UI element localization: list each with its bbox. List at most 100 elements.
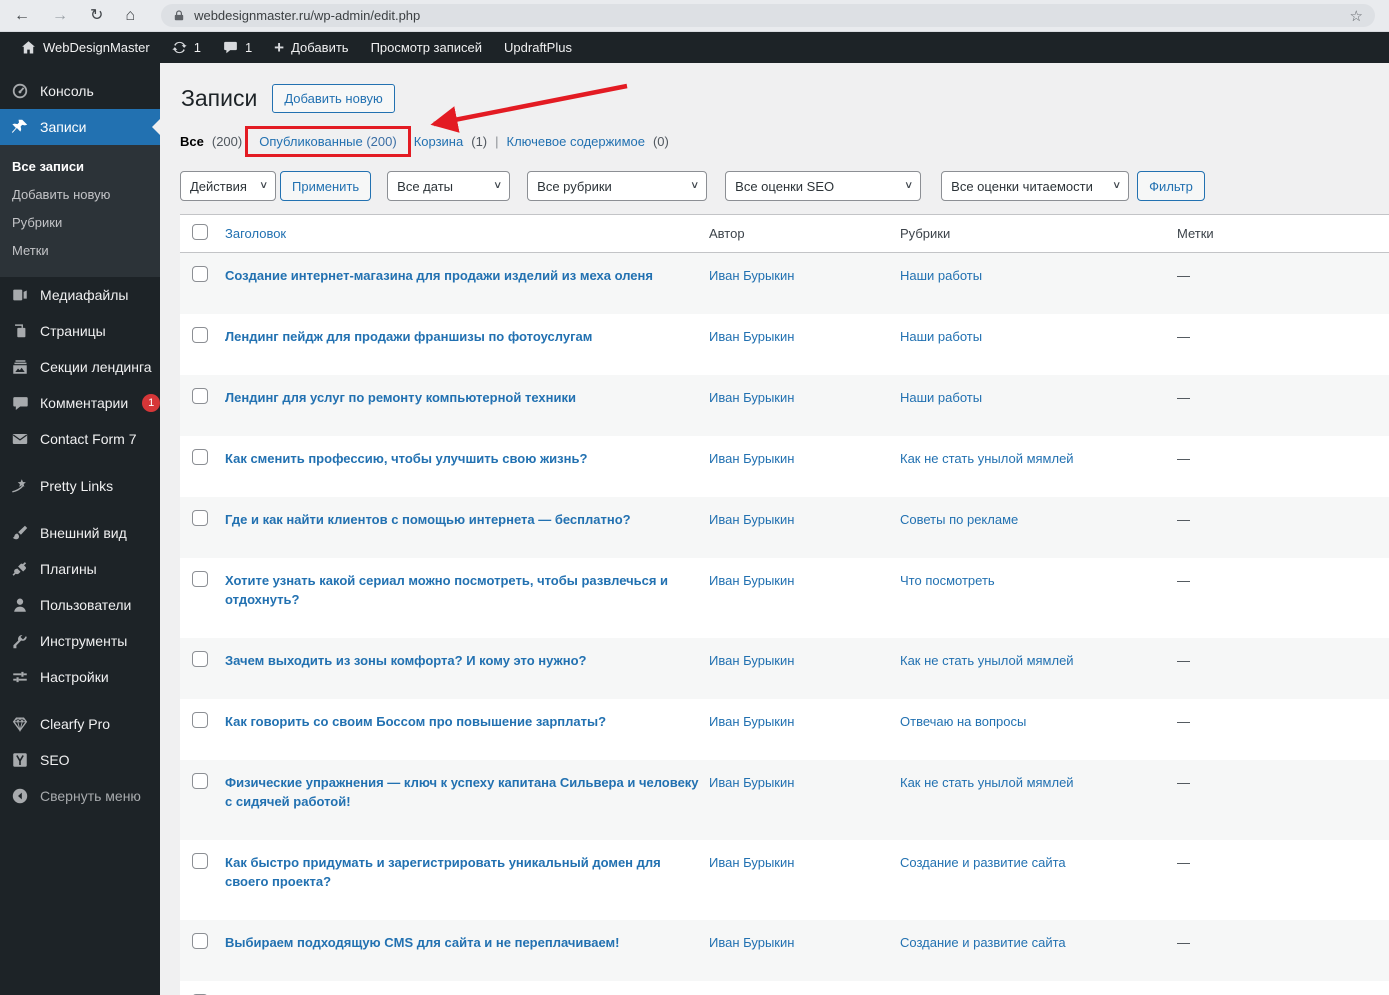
row-checkbox[interactable] (192, 510, 208, 526)
add-new-post-button[interactable]: Добавить новую (272, 84, 395, 113)
post-author-link[interactable]: Иван Бурыкин (709, 390, 794, 405)
post-title-link[interactable]: Как говорить со своим Боссом про повышен… (225, 714, 606, 729)
sidebar-item-appearance[interactable]: Внешний вид (0, 515, 160, 551)
view-trash-link[interactable]: Корзина (414, 134, 464, 149)
post-category-link[interactable]: Наши работы (900, 329, 982, 344)
sidebar-item-contact-form-7[interactable]: Contact Form 7 (0, 421, 160, 457)
readability-filter-select[interactable]: Все оценки читаемости (941, 171, 1130, 201)
post-category-link[interactable]: Как не стать унылой мямлей (900, 451, 1074, 466)
sidebar-collapse-menu[interactable]: Свернуть меню (0, 778, 160, 814)
row-checkbox[interactable] (192, 571, 208, 587)
filter-button[interactable]: Фильтр (1137, 171, 1205, 201)
admin-bar-site-menu[interactable]: WebDesignMaster (10, 32, 161, 63)
gallery-icon (10, 357, 30, 377)
sidebar-item-seo[interactable]: SEO (0, 742, 160, 778)
post-category-link[interactable]: Создание и развитие сайта (900, 855, 1066, 870)
post-title-link[interactable]: Физические упражнения — ключ к успеху ка… (225, 775, 699, 809)
browser-home-button[interactable]: ⌂ (125, 7, 135, 24)
sidebar-item-comments[interactable]: Комментарии 1 (0, 385, 161, 421)
view-all-link[interactable]: Все (180, 134, 204, 149)
sidebar-item-posts[interactable]: Записи (0, 109, 160, 145)
comments-badge: 1 (142, 394, 161, 412)
sidebar-item-pages[interactable]: Страницы (0, 313, 160, 349)
post-author-link[interactable]: Иван Бурыкин (709, 329, 794, 344)
admin-bar-updates[interactable]: 1 (161, 32, 212, 63)
sidebar-item-dashboard[interactable]: Консоль (0, 73, 160, 109)
row-checkbox[interactable] (192, 266, 208, 282)
update-count: 1 (193, 40, 201, 55)
user-icon (10, 595, 30, 615)
post-author-link[interactable]: Иван Бурыкин (709, 714, 794, 729)
post-title-link[interactable]: Лендинг пейдж для продажи франшизы по фо… (225, 329, 592, 344)
post-row: Зачем выходить из зоны комфорта? И кому … (180, 638, 1389, 699)
post-author-link[interactable]: Иван Бурыкин (709, 935, 794, 950)
select-all-checkbox[interactable] (192, 224, 208, 240)
view-published-link[interactable]: Опубликованные (259, 134, 363, 149)
post-category-link[interactable]: Наши работы (900, 390, 982, 405)
row-checkbox[interactable] (192, 712, 208, 728)
row-checkbox[interactable] (192, 449, 208, 465)
post-author-link[interactable]: Иван Бурыкин (709, 855, 794, 870)
browser-forward-button[interactable]: → (52, 7, 68, 24)
post-title-link[interactable]: Как сменить профессию, чтобы улучшить св… (225, 451, 587, 466)
sort-by-title-header[interactable]: Заголовок (225, 226, 286, 241)
post-title-link[interactable]: Где и как найти клиентов с помощью интер… (225, 512, 631, 527)
post-title-link[interactable]: Хотите узнать какой сериал можно посмотр… (225, 573, 668, 607)
post-category-link[interactable]: Наши работы (900, 268, 982, 283)
row-checkbox[interactable] (192, 388, 208, 404)
view-cornerstone-link[interactable]: Ключевое содержимое (507, 134, 645, 149)
row-checkbox[interactable] (192, 327, 208, 343)
post-category-link[interactable]: Создание и развитие сайта (900, 935, 1066, 950)
browser-back-button[interactable]: ← (14, 7, 30, 24)
sidebar-item-media[interactable]: Медиафайлы (0, 277, 160, 313)
post-title-link[interactable]: Как быстро придумать и зарегистрировать … (225, 855, 661, 889)
bulk-actions-select[interactable]: Действия (180, 171, 276, 201)
sidebar-item-clearfy-pro[interactable]: Clearfy Pro (0, 706, 160, 742)
dates-filter-select[interactable]: Все даты (387, 171, 511, 201)
post-author-link[interactable]: Иван Бурыкин (709, 268, 794, 283)
view-published-count: (200) (366, 134, 397, 149)
post-tags-cell: — (1177, 268, 1190, 283)
submenu-add-new[interactable]: Добавить новую (0, 181, 160, 209)
sidebar-item-pretty-links[interactable]: Pretty Links (0, 468, 160, 504)
submenu-tags[interactable]: Метки (0, 237, 160, 265)
bookmark-star-icon[interactable]: ☆ (1350, 7, 1363, 25)
post-author-link[interactable]: Иван Бурыкин (709, 512, 794, 527)
admin-bar-view-posts[interactable]: Просмотр записей (360, 32, 493, 63)
post-category-link[interactable]: Советы по рекламе (900, 512, 1018, 527)
submenu-categories[interactable]: Рубрики (0, 209, 160, 237)
submenu-all-posts[interactable]: Все записи (0, 153, 160, 181)
row-checkbox[interactable] (192, 933, 208, 949)
post-category-link[interactable]: Как не стать унылой мямлей (900, 653, 1074, 668)
row-checkbox[interactable] (192, 853, 208, 869)
post-author-link[interactable]: Иван Бурыкин (709, 775, 794, 790)
sidebar-item-tools[interactable]: Инструменты (0, 623, 160, 659)
categories-filter-select[interactable]: Все рубрики (527, 171, 708, 201)
post-category-link[interactable]: Что посмотреть (900, 573, 995, 588)
seo-score-filter-select[interactable]: Все оценки SEO (725, 171, 922, 201)
sidebar-item-landing-sections[interactable]: Секции лендинга (0, 349, 160, 385)
post-category-link[interactable]: Как не стать унылой мямлей (900, 775, 1074, 790)
sidebar-item-plugins[interactable]: Плагины (0, 551, 160, 587)
address-bar[interactable]: webdesignmaster.ru/wp-admin/edit.php ☆ (161, 4, 1375, 27)
post-title-link[interactable]: Лендинг для услуг по ремонту компьютерно… (225, 390, 576, 405)
sidebar-item-settings[interactable]: Настройки (0, 659, 160, 695)
post-category-link[interactable]: Отвечаю на вопросы (900, 714, 1026, 729)
post-title-link[interactable]: Выбираем подходящую CMS для сайта и не п… (225, 935, 619, 950)
post-row: Как быстро придумать и зарегистрировать … (180, 840, 1389, 920)
post-author-link[interactable]: Иван Бурыкин (709, 653, 794, 668)
post-title-link[interactable]: Создание интернет-магазина для продажи и… (225, 268, 653, 283)
row-checkbox[interactable] (192, 773, 208, 789)
apply-button[interactable]: Применить (280, 171, 372, 201)
row-checkbox[interactable] (192, 651, 208, 667)
posts-table-body: Создание интернет-магазина для продажи и… (180, 252, 1389, 995)
post-title-link[interactable]: Зачем выходить из зоны комфорта? И кому … (225, 653, 587, 668)
post-tags-cell: — (1177, 935, 1190, 950)
admin-bar-new-button[interactable]: + Добавить (263, 32, 359, 63)
admin-bar-updraftplus[interactable]: UpdraftPlus (493, 32, 583, 63)
sidebar-item-users[interactable]: Пользователи (0, 587, 160, 623)
browser-reload-button[interactable]: ↻ (90, 7, 103, 24)
post-author-link[interactable]: Иван Бурыкин (709, 451, 794, 466)
admin-bar-comments[interactable]: 1 (212, 32, 263, 63)
post-author-link[interactable]: Иван Бурыкин (709, 573, 794, 588)
